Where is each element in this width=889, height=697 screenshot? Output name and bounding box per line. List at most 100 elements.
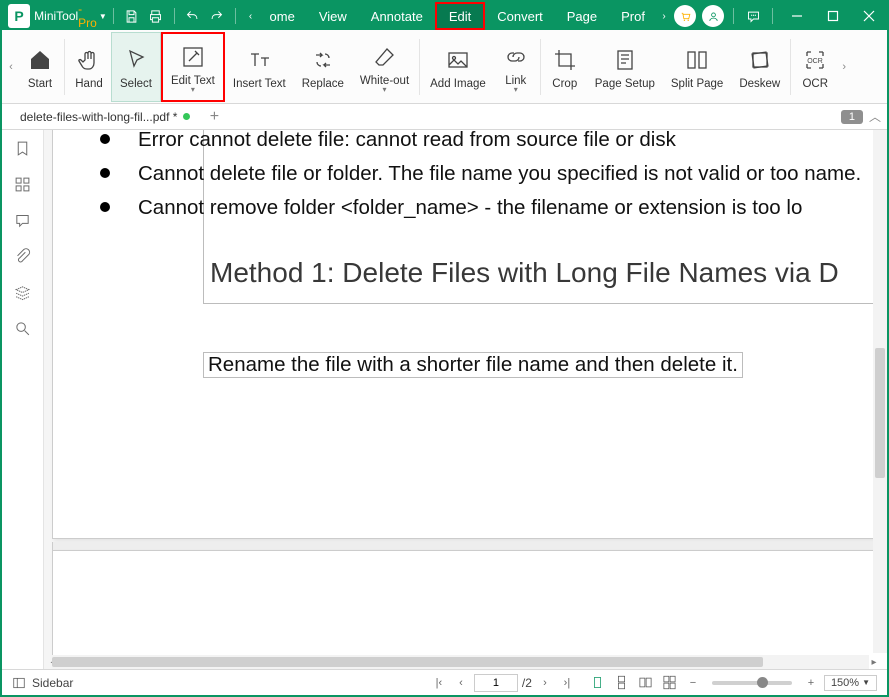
bookmarks-icon[interactable] <box>13 138 33 158</box>
whiteout-button[interactable]: White-out ▾ <box>352 32 417 102</box>
collapse-ribbon-icon[interactable]: ︿ <box>869 108 881 125</box>
page-setup-button[interactable]: Page Setup <box>587 32 663 102</box>
menu-tab-convert[interactable]: Convert <box>485 2 555 30</box>
layers-icon[interactable] <box>13 282 33 302</box>
bullet-text: Error cannot delete file: cannot read fr… <box>138 130 887 156</box>
insert-text-icon <box>245 46 273 74</box>
hand-button[interactable]: Hand <box>67 32 111 102</box>
redo-icon[interactable] <box>205 3 229 29</box>
replace-label: Replace <box>302 78 344 90</box>
save-icon[interactable] <box>120 3 144 29</box>
edit-text-dropdown-icon[interactable]: ▾ <box>191 87 195 93</box>
crop-label: Crop <box>552 78 577 90</box>
text-block-1[interactable]: Error cannot delete file: cannot read fr… <box>203 130 887 304</box>
thumbnails-icon[interactable] <box>13 174 33 194</box>
select-button[interactable]: Select <box>111 32 161 102</box>
vertical-scrollbar[interactable] <box>873 130 887 653</box>
facing-continuous-view-icon[interactable] <box>660 673 680 693</box>
horizontal-scrollbar[interactable]: ◂ ▸ <box>52 655 869 669</box>
zoom-slider[interactable] <box>712 681 792 685</box>
deskew-icon <box>746 46 774 74</box>
first-page-icon[interactable]: |‹ <box>430 674 448 692</box>
hscroll-right-icon[interactable]: ▸ <box>867 655 881 669</box>
new-tab-button[interactable]: + <box>204 107 224 127</box>
cursor-icon <box>122 46 150 74</box>
page-total: /2 <box>522 676 532 690</box>
page-setup-icon <box>611 46 639 74</box>
side-panel <box>2 130 44 669</box>
menu-tab-edit[interactable]: Edit <box>435 2 485 30</box>
text-block-2[interactable]: Rename the file with a shorter file name… <box>203 352 743 378</box>
replace-button[interactable]: Replace <box>294 32 352 102</box>
app-menu-dropdown-icon[interactable]: ▼ <box>99 12 107 21</box>
edit-text-button[interactable]: Edit Text ▾ <box>161 32 225 102</box>
menu-scroll-right-icon[interactable]: › <box>657 11 671 22</box>
attachments-icon[interactable] <box>13 246 33 266</box>
document-viewport[interactable]: Error cannot delete file: cannot read fr… <box>44 130 887 669</box>
whiteout-dropdown-icon[interactable]: ▾ <box>383 87 387 93</box>
search-icon[interactable] <box>13 318 33 338</box>
split-page-button[interactable]: Split Page <box>663 32 731 102</box>
minimize-button[interactable] <box>779 2 815 30</box>
menu-tab-page[interactable]: Page <box>555 2 609 30</box>
ribbon-scroll-left-icon[interactable]: ‹ <box>4 31 18 103</box>
start-button[interactable]: Start <box>18 32 62 102</box>
comments-icon[interactable] <box>13 210 33 230</box>
undo-icon[interactable] <box>181 3 205 29</box>
maximize-button[interactable] <box>815 2 851 30</box>
start-label: Start <box>28 78 52 90</box>
zoom-out-icon[interactable]: − <box>684 674 702 692</box>
pdf-page-1[interactable]: Error cannot delete file: cannot read fr… <box>52 130 887 539</box>
menu-tab-annotate[interactable]: Annotate <box>359 2 435 30</box>
deskew-button[interactable]: Deskew <box>731 32 788 102</box>
document-tab[interactable]: delete-files-with-long-fil...pdf * <box>12 105 198 129</box>
bullet-text: Cannot remove folder <folder_name> - the… <box>138 192 887 224</box>
next-page-icon[interactable]: › <box>536 674 554 692</box>
add-image-button[interactable]: Add Image <box>422 32 494 102</box>
ribbon-scroll-right-icon[interactable]: › <box>837 31 851 103</box>
continuous-view-icon[interactable] <box>612 673 632 693</box>
zoom-in-icon[interactable]: + <box>802 674 820 692</box>
sidebar-toggle-icon[interactable] <box>12 676 26 690</box>
ocr-label: OCR <box>802 78 828 90</box>
ocr-button[interactable]: OCR OCR <box>793 32 837 102</box>
page-number-input[interactable] <box>474 674 518 692</box>
menu-tab-profile[interactable]: Prof <box>609 2 657 30</box>
edit-text-icon <box>179 43 207 71</box>
zoom-slider-knob[interactable] <box>757 677 768 688</box>
link-button[interactable]: Link ▾ <box>494 32 538 102</box>
vertical-scroll-thumb[interactable] <box>875 348 885 478</box>
page-badge: 1 <box>841 110 863 124</box>
last-page-icon[interactable]: ›| <box>558 674 576 692</box>
ocr-icon: OCR <box>801 46 829 74</box>
crop-button[interactable]: Crop <box>543 32 587 102</box>
hand-label: Hand <box>75 78 103 90</box>
chevron-down-icon: ▼ <box>862 678 870 687</box>
cart-button[interactable] <box>674 5 696 27</box>
sidebar-label[interactable]: Sidebar <box>32 676 73 690</box>
select-label: Select <box>120 78 152 90</box>
main-area: Error cannot delete file: cannot read fr… <box>2 130 887 669</box>
bullet-icon <box>100 134 110 144</box>
feedback-icon[interactable] <box>740 3 766 29</box>
close-button[interactable] <box>851 2 887 30</box>
split-page-label: Split Page <box>671 78 723 90</box>
document-tab-bar: delete-files-with-long-fil...pdf * + 1 ︿ <box>2 104 887 130</box>
menu-scroll-left-icon[interactable]: ‹ <box>244 11 258 22</box>
account-button[interactable] <box>702 5 724 27</box>
menu-tab-view[interactable]: View <box>307 2 359 30</box>
document-tab-label: delete-files-with-long-fil...pdf * <box>20 110 177 124</box>
horizontal-scroll-thumb[interactable] <box>52 657 763 667</box>
print-icon[interactable] <box>144 3 168 29</box>
insert-text-button[interactable]: Insert Text <box>225 32 294 102</box>
image-icon <box>444 46 472 74</box>
menu-tab-home[interactable]: ome <box>258 2 307 30</box>
page-setup-label: Page Setup <box>595 78 655 90</box>
facing-view-icon[interactable] <box>636 673 656 693</box>
insert-text-label: Insert Text <box>233 78 286 90</box>
single-page-view-icon[interactable] <box>588 673 608 693</box>
link-dropdown-icon[interactable]: ▾ <box>514 87 518 93</box>
zoom-value-dropdown[interactable]: 150% ▼ <box>824 675 877 691</box>
prev-page-icon[interactable]: ‹ <box>452 674 470 692</box>
pdf-page-2[interactable] <box>52 550 887 669</box>
